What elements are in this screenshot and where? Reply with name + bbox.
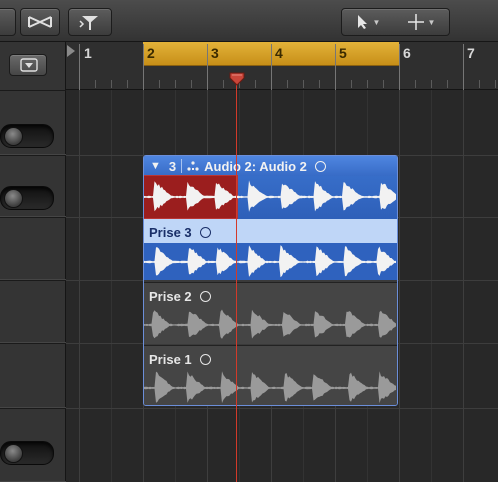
ruler-beat-tick (111, 80, 112, 88)
take-waveform (144, 245, 396, 278)
disclosure-triangle-icon[interactable]: ▼ (150, 160, 161, 172)
take-name: Prise 1 (149, 352, 192, 367)
bar-number: 5 (339, 45, 347, 61)
take-name: Prise 2 (149, 289, 192, 304)
loop-circle-icon (314, 160, 326, 172)
take-header-row (0, 217, 66, 280)
ruler-bar-tick (335, 44, 336, 90)
loop-circle-icon (199, 227, 211, 238)
take-waveform (144, 371, 396, 404)
ruler-beat-tick (287, 80, 288, 88)
ruler-beat-tick (479, 80, 480, 88)
take-waveform (144, 309, 396, 339)
take-folder-region[interactable]: ▼ 3 Audio 2: Audio 2 Prise 3 Prise 2 Pri… (143, 155, 398, 406)
flex-pointer-button[interactable] (68, 8, 112, 36)
ruler-beat-tick (255, 80, 256, 88)
waveform-shape (144, 245, 396, 278)
comp-waveform (144, 180, 396, 212)
take-label: Prise 3 (149, 225, 211, 240)
bar-number: 1 (84, 45, 92, 61)
take-lane-active[interactable]: Prise 3 (144, 219, 397, 280)
ruler-bar-tick (207, 44, 208, 90)
bar-number: 3 (211, 45, 219, 61)
ruler-beat-tick (431, 80, 432, 88)
ruler-beat-tick (95, 80, 96, 88)
ruler-bar-tick (79, 44, 80, 90)
marquee-tool-button[interactable]: ▼ (393, 8, 450, 36)
track-on-toggle[interactable] (0, 124, 54, 148)
take-lane[interactable]: Prise 2 (144, 282, 397, 344)
grid-beat-line (111, 90, 112, 482)
ruler-beat-tick (191, 80, 192, 88)
marquee-tool-caret: ▼ (427, 17, 436, 27)
ruler-beat-tick (127, 80, 128, 88)
ruler-beat-tick (495, 80, 496, 88)
toggle-knob (4, 444, 23, 463)
waveform-shape (144, 309, 396, 339)
playhead-handle-icon[interactable] (229, 72, 245, 86)
loop-circle-icon (199, 291, 211, 302)
bar-number: 6 (403, 45, 411, 61)
grid-beat-line (431, 90, 432, 482)
ruler-bar-tick (143, 44, 144, 90)
quick-swipe-comp-icon[interactable] (186, 161, 200, 171)
track-on-toggle[interactable] (0, 186, 54, 210)
ruler-beat-tick (383, 80, 384, 88)
toolbar: ▼ ▼ (0, 0, 498, 42)
pointer-tool-button[interactable]: ▼ (341, 8, 395, 36)
waveform-shape (144, 371, 396, 404)
track-menu-button[interactable] (9, 54, 47, 76)
take-folder-header[interactable]: ▼ 3 Audio 2: Audio 2 (144, 156, 397, 221)
track-header-row (0, 90, 66, 155)
track-on-toggle[interactable] (0, 441, 54, 465)
take-header-row (0, 343, 66, 408)
ruler-beat-tick (223, 80, 224, 88)
ruler-beat-tick (175, 80, 176, 88)
ruler-bar-tick (271, 44, 272, 90)
ruler-beat-tick (351, 80, 352, 88)
grid-bar-line (463, 90, 464, 482)
ruler-beat-tick (319, 80, 320, 88)
waveform-shape (144, 180, 396, 212)
crossfade-tool-icon (28, 16, 52, 28)
playhead-line[interactable] (236, 80, 237, 482)
take-name: Prise 3 (149, 225, 192, 240)
take-header-row (0, 280, 66, 343)
ruler-beat-tick (303, 80, 304, 88)
take-folder-name: Audio 2: Audio 2 (204, 158, 307, 174)
take-count: 3 (168, 158, 177, 174)
track-header-row (0, 408, 66, 482)
ruler-start-marker-icon (67, 45, 75, 57)
pointer-tool-caret: ▼ (372, 17, 381, 27)
ruler-beat-tick (415, 80, 416, 88)
flex-pointer-icon (79, 16, 98, 30)
ruler-bar-tick (463, 44, 464, 90)
toggle-knob (4, 127, 23, 146)
track-divider (66, 408, 498, 409)
ruler-beat-tick (159, 80, 160, 88)
loop-circle-icon (199, 354, 211, 365)
pointer-tool-icon (357, 15, 367, 29)
ruler-beat-tick (447, 80, 448, 88)
grid-bar-line (79, 90, 80, 482)
take-label: Prise 2 (149, 289, 211, 304)
toolbar-edge-button[interactable] (0, 8, 16, 36)
take-lane[interactable]: Prise 1 (144, 345, 397, 405)
track-header-row (0, 155, 66, 217)
take-label: Prise 1 (149, 352, 211, 367)
toggle-knob (4, 189, 23, 208)
ruler-bar-tick (399, 44, 400, 90)
separator (181, 159, 183, 173)
bar-number: 7 (467, 45, 475, 61)
crossfade-tool-button[interactable] (20, 8, 60, 36)
marquee-tool-icon (407, 14, 424, 30)
take-folder-title-bar[interactable]: ▼ 3 Audio 2: Audio 2 (144, 156, 397, 176)
ruler-beat-tick (367, 80, 368, 88)
bar-number: 2 (147, 45, 155, 61)
bar-number: 4 (275, 45, 283, 61)
dropdown-menu-icon (20, 58, 38, 72)
grid-bar-line (399, 90, 400, 482)
